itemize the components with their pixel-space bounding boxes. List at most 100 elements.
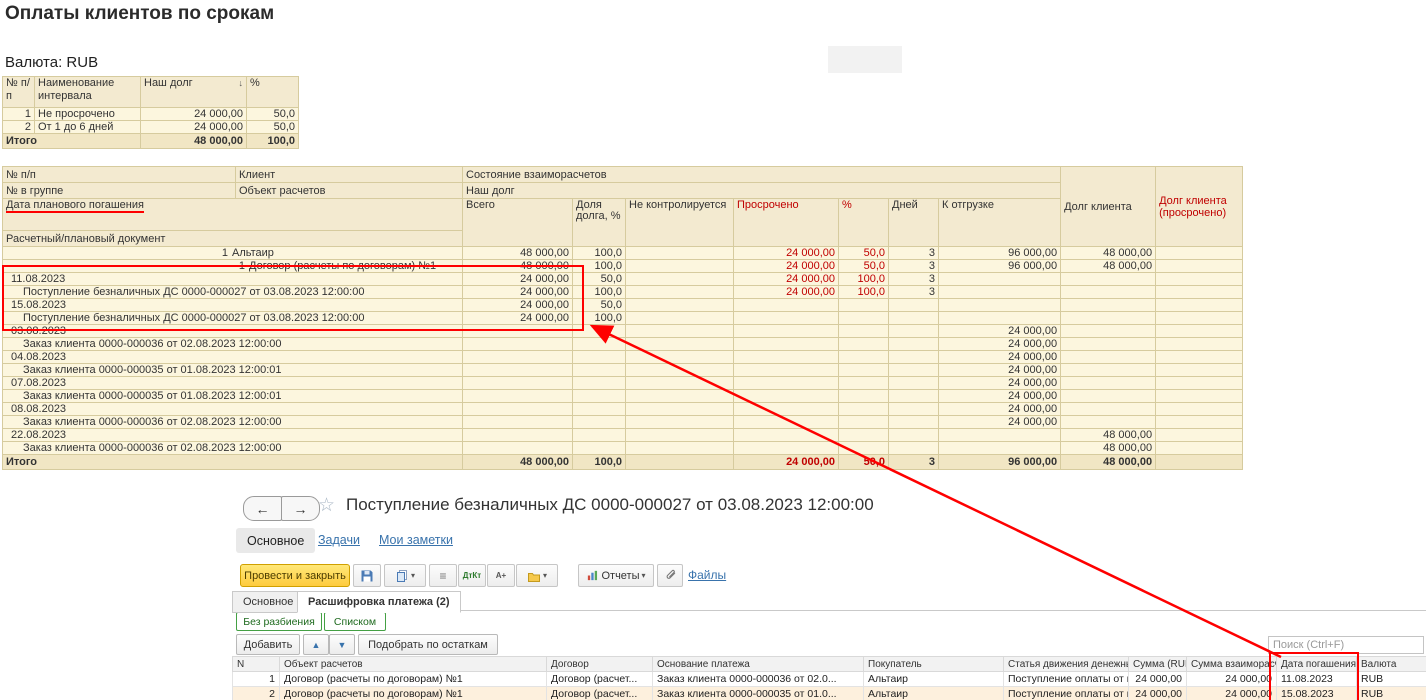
cell-to-ship[interactable] <box>937 272 1062 286</box>
payment-col-header[interactable]: Дата погашения <box>1276 656 1357 672</box>
payment-cell[interactable]: 24 000,00 <box>1128 686 1187 700</box>
payment-cell[interactable]: Поступление оплаты от клие... <box>1003 686 1129 700</box>
structure-button[interactable]: ≡ <box>429 564 457 587</box>
cell-not-controlled[interactable] <box>625 246 734 260</box>
col-header-num[interactable]: № п/п <box>2 76 35 108</box>
cell-overdue-pct[interactable] <box>838 376 889 390</box>
row-label-cell[interactable]: 04.08.2023 <box>2 350 463 364</box>
col-header-total[interactable]: Всего <box>462 198 573 247</box>
cell-client-debt[interactable]: 48 000,00 <box>1060 259 1157 273</box>
main-total-client-debt-overdue[interactable] <box>1155 454 1244 470</box>
cell-not-controlled[interactable] <box>625 259 734 273</box>
cell-total[interactable] <box>462 350 573 364</box>
cell-total[interactable] <box>462 389 573 403</box>
payment-cell[interactable]: 1 <box>232 671 280 687</box>
summary-cell-debt[interactable]: 24 000,00 <box>140 120 247 134</box>
cell-client-debt-overdue[interactable] <box>1155 285 1244 299</box>
cell-client-debt-overdue[interactable] <box>1155 402 1244 416</box>
summary-row[interactable]: 2 От 1 до 6 дней 24 000,00 50,0 <box>2 120 299 134</box>
cell-overdue-pct[interactable] <box>838 402 889 416</box>
cell-days[interactable] <box>888 428 939 442</box>
main-row-date[interactable]: 03.08.2023 24 000,00 <box>2 324 1244 338</box>
main-total-not-controlled[interactable] <box>625 454 734 470</box>
payment-row[interactable]: 1 Договор (расчеты по договорам) №1 Догово… <box>232 671 1426 687</box>
main-row-date[interactable]: 15.08.2023 24 000,00 50,0 <box>2 298 1244 312</box>
cell-to-ship[interactable]: 24 000,00 <box>937 324 1062 338</box>
cell-client-debt-overdue[interactable] <box>1155 246 1244 260</box>
row-label-cell[interactable]: Поступление безналичных ДС 0000-000027 о… <box>2 285 463 299</box>
payment-col-header[interactable]: N <box>232 656 280 672</box>
summary-cell-interval[interactable]: Не просрочено <box>34 107 141 121</box>
payment-cell[interactable]: Альтаир <box>863 686 1004 700</box>
cell-days[interactable] <box>888 324 939 338</box>
col-header-share[interactable]: Доля долга, % <box>572 198 626 247</box>
payment-row[interactable]: 2 Договор (расчеты по договорам) №1 Догово… <box>232 686 1426 700</box>
summary-cell-pct[interactable]: 50,0 <box>246 120 299 134</box>
cell-to-ship[interactable]: 24 000,00 <box>937 415 1062 429</box>
view-toggle-list[interactable]: Списком <box>324 612 386 631</box>
col-header-state[interactable]: Состояние взаиморасчетов <box>461 166 1062 183</box>
cell-client-debt-overdue[interactable] <box>1155 298 1244 312</box>
payment-cell[interactable]: 2 <box>232 686 280 700</box>
cell-client-debt[interactable] <box>1060 402 1157 416</box>
cell-overdue[interactable]: 24 000,00 <box>733 272 839 286</box>
payment-cell[interactable]: 24 000,00 <box>1186 686 1277 700</box>
col-header-pct[interactable]: % <box>246 76 299 108</box>
cell-overdue[interactable]: 24 000,00 <box>733 285 839 299</box>
col-header-client-debt[interactable]: Долг клиента <box>1060 166 1157 247</box>
cell-share[interactable] <box>572 428 626 442</box>
cell-to-ship[interactable] <box>937 311 1062 325</box>
cell-to-ship[interactable]: 24 000,00 <box>937 350 1062 364</box>
cell-total[interactable] <box>462 376 573 390</box>
payment-cell[interactable]: 15.08.2023 <box>1276 686 1357 700</box>
cell-to-ship[interactable]: 96 000,00 <box>937 259 1062 273</box>
payment-col-header[interactable]: Сумма взаиморасчетов <box>1186 656 1277 672</box>
cell-client-debt-overdue[interactable] <box>1155 324 1244 338</box>
cell-client-debt-overdue[interactable] <box>1155 441 1244 455</box>
cell-client-debt[interactable] <box>1060 363 1157 377</box>
row-label-cell[interactable]: Заказ клиента 0000-000035 от 01.08.2023 … <box>2 363 463 377</box>
cell-share[interactable]: 100,0 <box>572 246 626 260</box>
reports-button[interactable]: Отчеты ▾ <box>578 564 654 587</box>
cell-total[interactable] <box>462 415 573 429</box>
main-row-date[interactable]: 11.08.2023 24 000,00 50,0 24 000,00 100,0 3 <box>2 272 1244 286</box>
col-header-overdue-pct[interactable]: % <box>838 198 889 247</box>
cell-overdue-pct[interactable]: 100,0 <box>838 272 889 286</box>
tab-main[interactable]: Основное <box>232 591 305 613</box>
col-header-client-debt-overdue[interactable]: Долг клиента (просрочено) <box>1155 166 1244 247</box>
cell-total[interactable] <box>462 363 573 377</box>
cell-client-debt-overdue[interactable] <box>1155 363 1244 377</box>
main-row-doc[interactable]: Поступление безналичных ДС 0000-000027 о… <box>2 285 1244 299</box>
cell-to-ship[interactable]: 24 000,00 <box>937 376 1062 390</box>
summary-cell-interval[interactable]: От 1 до 6 дней <box>34 120 141 134</box>
cell-days[interactable] <box>888 298 939 312</box>
cell-to-ship[interactable]: 24 000,00 <box>937 363 1062 377</box>
main-total-row[interactable]: Итого 48 000,00 100,0 24 000,00 50,0 3 9… <box>2 454 1244 470</box>
cell-days[interactable] <box>888 363 939 377</box>
cell-client-debt[interactable] <box>1060 337 1157 351</box>
payment-cell[interactable]: 24 000,00 <box>1128 671 1187 687</box>
row-label-cell[interactable]: 08.08.2023 <box>2 402 463 416</box>
cell-total[interactable]: 24 000,00 <box>462 311 573 325</box>
cell-overdue-pct[interactable] <box>838 415 889 429</box>
cell-client-debt-overdue[interactable] <box>1155 428 1244 442</box>
cell-overdue[interactable] <box>733 376 839 390</box>
cell-client-debt[interactable] <box>1060 311 1157 325</box>
cell-not-controlled[interactable] <box>625 350 734 364</box>
row-label-cell[interactable]: Заказ клиента 0000-000036 от 02.08.2023 … <box>2 441 463 455</box>
payment-cell[interactable]: Заказ клиента 0000-000036 от 02.0... <box>652 671 864 687</box>
cell-not-controlled[interactable] <box>625 428 734 442</box>
col-header-client[interactable]: Клиент <box>235 166 463 183</box>
cell-client-debt[interactable] <box>1060 376 1157 390</box>
cell-client-debt-overdue[interactable] <box>1155 272 1244 286</box>
cell-overdue-pct[interactable]: 100,0 <box>838 285 889 299</box>
cell-client-debt[interactable]: 48 000,00 <box>1060 428 1157 442</box>
move-down-button[interactable]: ▼ <box>329 634 355 655</box>
payment-cell[interactable]: Договор (расчет... <box>546 686 653 700</box>
cell-share[interactable]: 100,0 <box>572 311 626 325</box>
cell-overdue[interactable]: 24 000,00 <box>733 246 839 260</box>
main-total-overdue-pct[interactable]: 50,0 <box>838 454 889 470</box>
cell-client-debt-overdue[interactable] <box>1155 259 1244 273</box>
cell-overdue-pct[interactable] <box>838 389 889 403</box>
cell-total[interactable]: 48 000,00 <box>462 246 573 260</box>
